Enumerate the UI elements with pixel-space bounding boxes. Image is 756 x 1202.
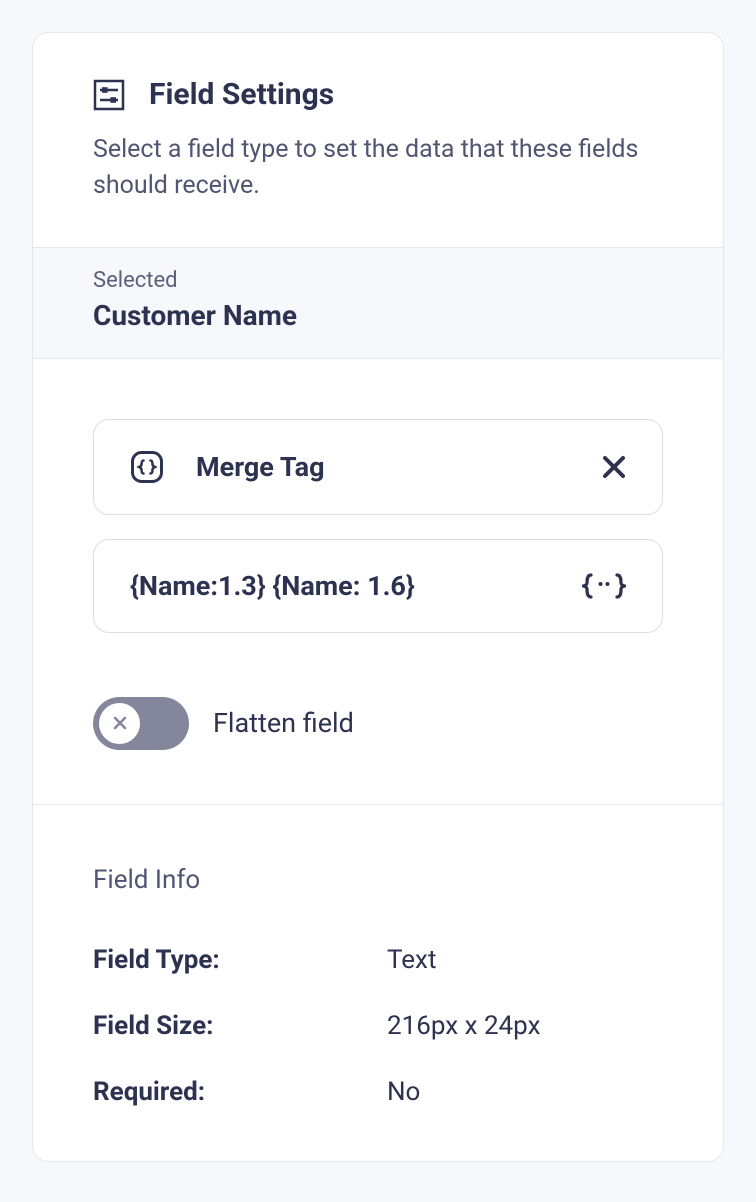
insert-merge-tag-icon[interactable] [582,572,626,600]
field-info-val: No [387,1077,663,1107]
field-info-key: Field Type: [93,945,387,975]
title-row: Field Settings [93,77,663,112]
field-info-title: Field Info [93,865,663,895]
field-info-row: Field Type: Text [93,945,663,975]
field-info-val: 216px x 24px [387,1011,663,1041]
settings-slider-icon [93,79,125,111]
selected-value: Customer Name [93,299,663,332]
merge-tag-braces-icon [130,450,164,484]
merge-tag-value-input[interactable]: {Name:1.3} {Name: 1.6} [93,539,663,633]
field-info-val: Text [387,945,663,975]
merge-tag-selector[interactable]: Merge Tag [93,419,663,515]
toggle-knob [99,703,140,744]
flatten-field-toggle[interactable] [93,697,189,750]
panel-header: Field Settings Select a field type to se… [33,33,723,248]
flatten-field-row: Flatten field [93,697,663,750]
toggle-off-x-icon [113,716,127,730]
panel-title: Field Settings [149,77,334,112]
selected-label: Selected [93,268,663,293]
field-info-key: Field Size: [93,1011,387,1041]
flatten-field-label: Flatten field [213,707,354,739]
panel-description: Select a field type to set the data that… [93,132,663,205]
field-info-row: Field Size: 216px x 24px [93,1011,663,1041]
field-info-block: Field Info Field Type: Text Field Size: … [33,805,723,1161]
selected-block: Selected Customer Name [33,248,723,359]
field-settings-panel: Field Settings Select a field type to se… [32,32,724,1162]
merge-tag-value: {Name:1.3} {Name: 1.6} [130,570,582,602]
config-body: Merge Tag {Name:1.3} {Name: 1.6} [33,359,723,805]
close-icon[interactable] [602,455,626,479]
field-info-row: Required: No [93,1077,663,1107]
merge-tag-label: Merge Tag [196,451,602,483]
field-info-key: Required: [93,1077,387,1107]
